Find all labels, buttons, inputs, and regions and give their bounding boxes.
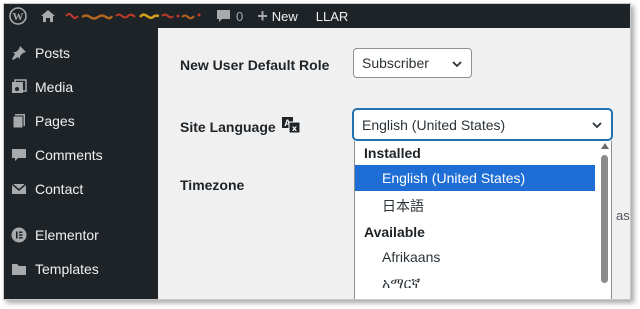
site-language-label: Site Language (180, 118, 276, 135)
dropdown-scrollbar[interactable] (598, 141, 611, 299)
media-icon (9, 79, 29, 95)
site-name-obscured[interactable] (64, 9, 206, 23)
folder-icon (9, 261, 29, 277)
comments-count: 0 (236, 8, 244, 24)
language-option[interactable]: አማርኛ (355, 270, 595, 296)
sidebar-item-contact[interactable]: Contact (4, 172, 158, 206)
comments-menu[interactable]: 0 (216, 4, 243, 28)
admin-sidebar: Posts Media Pages Comments Contact Eleme… (4, 28, 158, 299)
window-frame: W 0 + New LLAR Posts Media Pages Comment… (3, 3, 631, 300)
timezone-label: Timezone (180, 177, 245, 193)
sidebar-item-label: Contact (35, 181, 84, 197)
pushpin-icon (9, 45, 29, 61)
llar-menu[interactable]: LLAR (316, 4, 349, 28)
translation-icon: A x (281, 117, 301, 136)
default-role-select[interactable]: Subscriber (353, 48, 472, 78)
sidebar-item-comments[interactable]: Comments (4, 138, 158, 172)
admin-bar: W 0 + New LLAR (4, 4, 630, 28)
comment-bubble-icon (217, 10, 230, 22)
comment-icon (9, 147, 29, 163)
sidebar-item-elementor[interactable]: Elementor (4, 218, 158, 252)
chevron-down-icon (451, 57, 463, 73)
sidebar-item-media[interactable]: Media (4, 70, 158, 104)
trailing-text: as (616, 208, 630, 223)
sidebar-item-pages[interactable]: Pages (4, 104, 158, 138)
scroll-up-arrow-icon[interactable] (601, 143, 609, 149)
language-dropdown-list[interactable]: Installed English (United States) 日本語 Av… (354, 141, 612, 299)
sidebar-item-label: Media (35, 79, 74, 95)
site-language-label-row: Site Language A x (180, 117, 301, 136)
default-role-label: New User Default Role (180, 57, 330, 73)
language-option-selected[interactable]: English (United States) (355, 165, 595, 191)
available-group-label: Available (364, 224, 425, 240)
scrollbar-thumb[interactable] (601, 155, 608, 283)
new-label: New (271, 8, 298, 24)
sidebar-item-label: Comments (35, 147, 103, 163)
sidebar-item-label: Posts (35, 45, 71, 61)
pages-icon (9, 113, 29, 129)
sidebar-item-label: Templates (35, 261, 99, 277)
default-role-value: Subscriber (362, 55, 429, 71)
sidebar-item-label: Elementor (35, 227, 99, 243)
settings-content: New User Default Role Subscriber Site La… (158, 28, 630, 299)
new-content-menu[interactable]: + New (257, 4, 298, 28)
svg-text:W: W (13, 11, 24, 23)
elementor-icon (9, 227, 29, 243)
site-language-select[interactable]: English (United States) (353, 109, 612, 140)
chevron-down-icon (591, 118, 603, 134)
envelope-icon (9, 181, 29, 197)
sidebar-item-label: Pages (35, 113, 75, 129)
installed-group-label: Installed (364, 145, 421, 161)
plus-icon: + (257, 6, 268, 26)
language-option[interactable]: 日本語 (355, 193, 595, 219)
wordpress-logo-icon[interactable]: W (6, 4, 30, 28)
site-language-value: English (United States) (362, 116, 506, 133)
svg-text:x: x (292, 124, 298, 133)
home-icon[interactable] (36, 4, 60, 28)
language-option[interactable]: Afrikaans (355, 244, 595, 270)
sidebar-item-posts[interactable]: Posts (4, 36, 158, 70)
sidebar-item-templates[interactable]: Templates (4, 252, 158, 286)
